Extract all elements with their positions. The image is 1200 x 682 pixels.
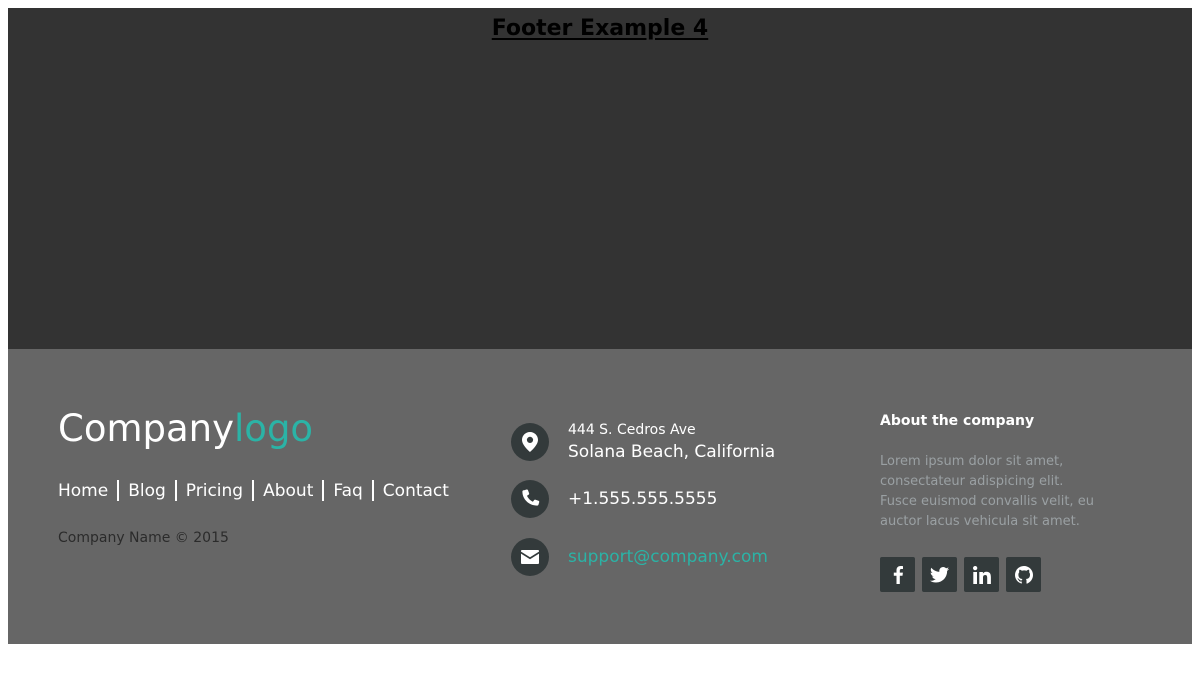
footer-link-faq[interactable]: Faq	[333, 481, 362, 501]
address-line-1: 444 S. Cedros Ave	[568, 422, 696, 438]
contact-address: 444 S. Cedros Ave Solana Beach, Californ…	[511, 422, 775, 462]
envelope-icon	[511, 538, 549, 576]
facebook-button[interactable]	[880, 557, 915, 592]
page-title: Footer Example 4	[491, 16, 709, 41]
email-block: support@company.com	[568, 547, 768, 567]
address-block: 444 S. Cedros Ave Solana Beach, Californ…	[568, 422, 775, 462]
address-line-2: Solana Beach, California	[568, 442, 776, 462]
link-separator	[322, 480, 325, 501]
twitter-button[interactable]	[922, 557, 957, 592]
phone-icon	[511, 480, 549, 518]
about-text: Lorem ipsum dolor sit amet, consectateur…	[880, 454, 1094, 529]
twitter-icon	[930, 566, 949, 582]
footer-links: Home Blog Pricing About Faq Contact	[58, 480, 449, 501]
about-heading: About the company	[880, 413, 1035, 429]
facebook-icon	[893, 565, 903, 584]
footer-link-pricing[interactable]: Pricing	[186, 481, 243, 501]
footer-link-contact[interactable]: Contact	[383, 481, 449, 501]
link-separator	[174, 480, 177, 501]
email-link[interactable]: support@company.com	[568, 547, 768, 567]
footer: Companylogo Home Blog Pricing About Faq …	[8, 349, 1192, 644]
footer-link-about[interactable]: About	[263, 481, 313, 501]
map-marker-icon	[511, 423, 549, 461]
copyright-text: Company Name © 2015	[58, 530, 229, 546]
logo-text-main: Company	[58, 407, 235, 450]
page-frame: Footer Example 4 Companylogo Home Blog P…	[8, 8, 1192, 644]
contact-phone: +1.555.555.5555	[511, 480, 717, 518]
company-logo[interactable]: Companylogo	[58, 407, 313, 450]
phone-number[interactable]: +1.555.555.5555	[568, 489, 717, 509]
link-separator	[117, 480, 120, 501]
footer-link-blog[interactable]: Blog	[128, 481, 166, 501]
github-button[interactable]	[1006, 557, 1041, 592]
link-separator	[252, 480, 255, 501]
link-separator	[371, 480, 374, 501]
contact-email: support@company.com	[511, 538, 768, 576]
linkedin-button[interactable]	[964, 557, 999, 592]
phone-block: +1.555.555.5555	[568, 489, 717, 509]
social-links	[880, 557, 1048, 592]
logo-text-accent: logo	[234, 407, 314, 450]
footer-link-home[interactable]: Home	[58, 481, 108, 501]
github-icon	[1014, 565, 1033, 584]
linkedin-icon	[972, 565, 991, 584]
